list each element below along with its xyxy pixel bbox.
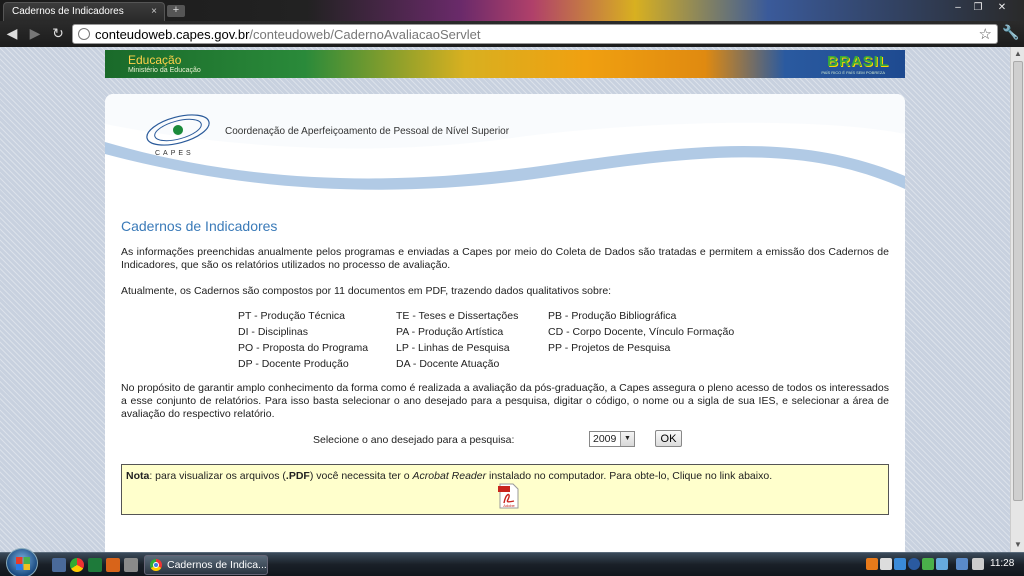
powerpoint-icon[interactable] xyxy=(106,558,120,572)
page-scrollbar[interactable]: ▲ ▼ xyxy=(1010,47,1024,552)
scroll-up-icon[interactable]: ▲ xyxy=(1014,49,1022,58)
document-item: PB - Produção Bibliográfica xyxy=(548,310,677,322)
access-paragraph: No propósito de garantir amplo conhecime… xyxy=(121,382,889,420)
taskbar-item-label: Cadernos de Indica... xyxy=(167,559,267,571)
url-path: /conteudoweb/CadernoAvaliacaoServlet xyxy=(249,27,481,42)
url-text: conteudoweb.capes.gov.br/conteudoweb/Cad… xyxy=(95,27,480,42)
forward-icon[interactable]: ▶ xyxy=(27,26,43,42)
tray-app-icon[interactable] xyxy=(894,558,906,570)
scroll-down-icon[interactable]: ▼ xyxy=(1014,540,1022,549)
year-label: Selecione o ano desejado para a pesquisa… xyxy=(313,434,515,446)
note-part: : para visualizar os arquivos ( xyxy=(149,470,286,482)
taskbar-item-browser[interactable]: Cadernos de Indica... xyxy=(144,555,268,575)
clock[interactable]: 11:28 xyxy=(990,558,1014,569)
note-part: ) você necessita ter o xyxy=(309,470,413,482)
tab-title: Cadernos de Indicadores xyxy=(12,6,124,17)
year-select-value: 2009 xyxy=(593,433,617,445)
explorer-icon[interactable] xyxy=(124,558,138,572)
chevron-down-icon[interactable]: ▼ xyxy=(620,432,634,446)
start-button[interactable] xyxy=(6,548,38,576)
browser-titlebar: Cadernos de Indicadores × + – ❐ ✕ xyxy=(0,0,1024,21)
document-item: TE - Teses e Dissertações xyxy=(396,310,519,322)
gov-banner: Educação Ministério da Educação BRASIL P… xyxy=(105,50,905,78)
excel-icon[interactable] xyxy=(88,558,102,572)
page-globe-icon xyxy=(78,28,90,40)
page-viewport: Educação Ministério da Educação BRASIL P… xyxy=(0,47,1010,552)
chrome-icon xyxy=(150,559,162,571)
document-item: PO - Proposta do Programa xyxy=(238,342,369,354)
browser-tab[interactable]: Cadernos de Indicadores × xyxy=(3,2,165,21)
document-item: PP - Projetos de Pesquisa xyxy=(548,342,671,354)
capes-logo-word: CAPES xyxy=(155,150,194,157)
wrench-menu-icon[interactable]: 🔧 xyxy=(1002,24,1020,42)
capes-logo-icon xyxy=(146,114,210,146)
documents-column-2: TE - Teses e Dissertações PA - Produção … xyxy=(396,308,518,372)
documents-column-3: PB - Produção Bibliográfica CD - Corpo D… xyxy=(548,308,734,356)
content-panel: CAPES Coordenação de Aperfeiçoamento de … xyxy=(105,94,905,552)
document-item: CD - Corpo Docente, Vínculo Formação xyxy=(548,326,735,338)
note-text: Nota: para visualizar os arquivos (.PDF)… xyxy=(126,470,772,482)
close-window-icon[interactable]: ✕ xyxy=(992,1,1012,15)
tray-app-icon[interactable] xyxy=(936,558,948,570)
reload-icon[interactable]: ↻ xyxy=(50,26,66,42)
new-tab-button[interactable]: + xyxy=(167,5,185,17)
tray-app-icon[interactable] xyxy=(866,558,878,570)
header-wave xyxy=(105,94,905,190)
document-item: DA - Docente Atuação xyxy=(396,358,500,370)
windows-flag-icon-part xyxy=(16,564,30,570)
maximize-icon[interactable]: ❐ xyxy=(968,1,988,15)
tray-app-icon[interactable] xyxy=(922,558,934,570)
ok-button[interactable]: OK xyxy=(655,430,682,447)
document-item: DI - Disciplinas xyxy=(238,326,309,338)
document-item: PT - Produção Técnica xyxy=(238,310,345,322)
gov-banner-title: Educação xyxy=(128,53,182,67)
document-item: LP - Linhas de Pesquisa xyxy=(396,342,510,354)
year-select[interactable]: 2009 ▼ xyxy=(589,431,635,447)
note-reader: Acrobat Reader xyxy=(412,470,487,482)
back-icon[interactable]: ◀ xyxy=(4,26,20,42)
note-label: Nota xyxy=(126,470,150,482)
note-box: Nota: para visualizar os arquivos (.PDF)… xyxy=(121,464,889,515)
network-icon[interactable] xyxy=(956,558,968,570)
adobe-label: Adobe xyxy=(503,503,515,508)
url-host: conteudoweb.capes.gov.br xyxy=(95,27,250,42)
browser-toolbar: ◀ ▶ ↻ conteudoweb.capes.gov.br/conteudow… xyxy=(0,21,1024,47)
brasil-logo: BRASIL xyxy=(827,53,889,70)
minimize-icon[interactable]: – xyxy=(948,1,968,15)
bookmark-star-icon[interactable]: ☆ xyxy=(979,25,992,43)
tray-app-icon[interactable] xyxy=(880,558,892,570)
note-part: instalado no computador. Para obte-lo, C… xyxy=(486,470,773,482)
tray-app-icon[interactable] xyxy=(908,558,920,570)
composition-paragraph: Atualmente, os Cadernos são compostos po… xyxy=(121,285,612,297)
close-tab-icon[interactable]: × xyxy=(151,6,157,17)
brasil-tagline: PAÍS RICO É PAÍS SEM POBREZA xyxy=(821,70,885,75)
chrome-quicklaunch-icon[interactable] xyxy=(70,558,84,572)
address-bar[interactable]: conteudoweb.capes.gov.br/conteudoweb/Cad… xyxy=(72,24,998,44)
adobe-pdf-icon[interactable]: Adobe xyxy=(498,483,520,509)
page-title: Cadernos de Indicadores xyxy=(121,218,278,234)
document-item: PA - Produção Artística xyxy=(396,326,504,338)
note-pdf: .PDF xyxy=(285,470,310,482)
document-item: DP - Docente Produção xyxy=(238,358,349,370)
scrollbar-thumb[interactable] xyxy=(1013,61,1023,501)
intro-paragraph: As informações preenchidas anualmente pe… xyxy=(121,246,889,271)
org-name: Coordenação de Aperfeiçoamento de Pessoa… xyxy=(225,126,510,137)
taskbar: Cadernos de Indica... 11:28 xyxy=(0,548,1024,576)
volume-icon[interactable] xyxy=(972,558,984,570)
gov-banner-subtitle: Ministério da Educação xyxy=(128,67,201,74)
documents-column-1: PT - Produção Técnica DI - Disciplinas P… xyxy=(238,308,368,372)
show-desktop-icon[interactable] xyxy=(52,558,66,572)
